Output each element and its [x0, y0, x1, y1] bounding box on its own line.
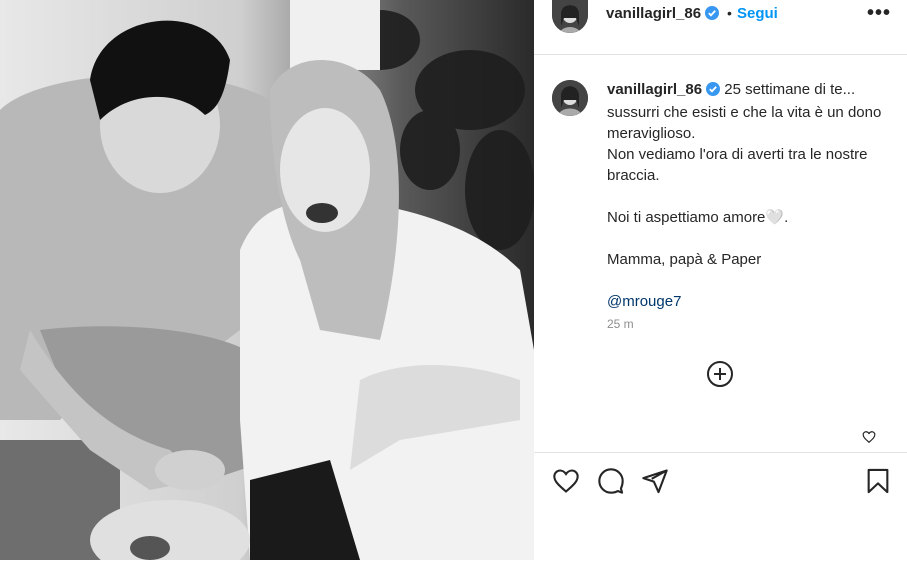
caption-line-3: Non vediamo l'ora di averti tra le nostr… [607, 146, 868, 184]
caption-line-4: Noi ti aspettiamo amore🤍. [607, 209, 789, 226]
mention-link[interactable]: @mrouge7 [607, 293, 681, 310]
caption-username[interactable]: vanillagirl_86 [607, 81, 702, 98]
load-more-comments-icon[interactable] [706, 360, 734, 388]
caption-line-1: 25 settimane di te... [724, 81, 856, 98]
username[interactable]: vanillagirl_86 [606, 5, 701, 22]
post-sidebar: vanillagirl_86 • Segui ••• vanillagirl_8… [534, 0, 907, 560]
avatar[interactable] [552, 0, 588, 33]
follow-button[interactable]: Segui [737, 5, 778, 22]
heart-icon[interactable] [862, 430, 876, 449]
comment-icon[interactable] [597, 467, 625, 500]
bookmark-icon[interactable] [864, 467, 892, 500]
separator-dot: • [727, 5, 732, 21]
header-username[interactable]: vanillagirl_86 [606, 5, 720, 25]
caption-line-5: Mamma, papà & Paper [607, 251, 762, 268]
caption-avatar[interactable] [552, 80, 588, 116]
share-icon[interactable] [641, 467, 669, 500]
more-options-icon[interactable]: ••• [867, 2, 891, 25]
post-actions-bar [534, 452, 907, 561]
post-caption: vanillagirl_86 25 settimane di te... sus… [607, 79, 897, 312]
post-timestamp: 25 m [607, 317, 634, 331]
caption-line-2: sussurri che esisti e che la vita è un d… [607, 104, 882, 142]
heart-icon[interactable] [552, 467, 580, 500]
verified-badge-icon [706, 81, 721, 102]
post-photo[interactable] [0, 0, 534, 560]
photo-illustration [0, 0, 534, 560]
post-header: vanillagirl_86 • Segui ••• [534, 0, 907, 55]
verified-badge-icon [705, 6, 720, 25]
